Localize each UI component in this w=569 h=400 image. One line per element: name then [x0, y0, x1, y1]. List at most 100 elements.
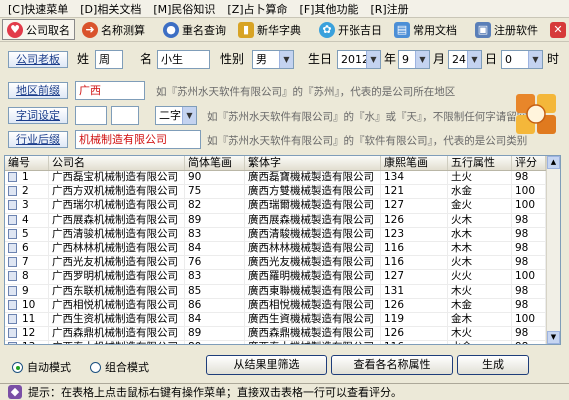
table-row[interactable]: 12 广西森鼎机械制造有限公司 89 廣西森鼎機械製造有限公司 126 木火 98	[5, 327, 560, 342]
table-row[interactable]: 2 广西方双机械制造有限公司 75 廣西方雙機械製造有限公司 121 水金 100	[5, 185, 560, 200]
menu-folk[interactable]: [M]民俗知识	[147, 1, 221, 17]
table-cell: 7	[5, 256, 49, 270]
table-cell: 131	[381, 284, 448, 298]
table-row[interactable]: 10 广西相悦机械制造有限公司 86 廣西相悅機械製造有限公司 126 木金 98	[5, 298, 560, 313]
table-cell: 116	[381, 241, 448, 256]
filter-results-button[interactable]: 从结果里筛选	[206, 355, 327, 375]
gender-select[interactable]: 男 ▼	[252, 50, 294, 69]
owner-button[interactable]: 公司老板	[8, 51, 68, 68]
documents-button[interactable]: ▤ 常用文档	[389, 19, 462, 40]
name-test-button[interactable]: ➜ 名称测算	[77, 19, 150, 40]
sun-icon: ✿	[319, 21, 335, 38]
table-row[interactable]: 6 广西林林机械制造有限公司 84 廣西林林機械製造有限公司 116 木木 98	[5, 241, 560, 257]
table-cell: 98	[512, 341, 546, 344]
table-cell: 98	[512, 284, 546, 298]
region-input[interactable]: 广西	[75, 81, 145, 100]
table-row[interactable]: 7 广西光友机械制造有限公司 76 廣西光友機械製造有限公司 116 火木 98	[5, 256, 560, 271]
table-row[interactable]: 9 广西东联机械制造有限公司 85 廣西東聯機械製造有限公司 131 木火 98	[5, 284, 560, 299]
birthday-label: 生日	[308, 52, 333, 66]
table-cell: 广西清骏机械制造有限公司	[49, 227, 185, 241]
table-cell: 火木	[448, 213, 512, 227]
chevron-down-icon: ▼	[182, 107, 196, 124]
month-select[interactable]: 9 ▼	[398, 50, 430, 69]
table-cell: 广西光友机械制造有限公司	[49, 256, 185, 270]
results-table[interactable]: 编号 公司名 简体笔画 繁体字 康熙笔画 五行属性 评分 1 广西磊宝机械制造有限…	[4, 155, 561, 345]
table-cell: 金火	[448, 199, 512, 213]
table-row[interactable]: 4 广西展森机械制造有限公司 89 廣西展森機械製造有限公司 126 火木 98	[5, 213, 560, 228]
hour-select[interactable]: 0 ▼	[501, 50, 543, 69]
industry-suffix-button[interactable]: 行业后缀	[8, 131, 68, 148]
menu-docs[interactable]: [D]相关文档	[74, 1, 147, 17]
combo-mode-radio[interactable]: 组合模式	[90, 359, 149, 375]
region-prefix-button[interactable]: 地区前缀	[8, 82, 68, 99]
table-row[interactable]: 8 广西罗明机械制造有限公司 83 廣西羅明機械製造有限公司 127 火火 100	[5, 270, 560, 285]
col-header-simple-strokes[interactable]: 简体笔画	[185, 156, 245, 170]
char1-input[interactable]	[75, 106, 107, 125]
company-naming-button[interactable]: ♥ 公司取名	[2, 19, 75, 40]
hour-unit: 时	[547, 52, 560, 66]
menu-quick[interactable]: [C]快速菜单	[2, 1, 74, 17]
surname-input[interactable]: 周	[95, 50, 123, 69]
generate-button[interactable]: 生成	[457, 355, 529, 375]
char2-input[interactable]	[111, 106, 139, 125]
table-cell: 80	[185, 341, 245, 344]
table-row[interactable]: 3 广西瑞尔机械制造有限公司 82 廣西瑞爾機械製造有限公司 127 金火 100	[5, 199, 560, 214]
table-cell: 98	[512, 256, 546, 270]
office-logo-icon	[516, 94, 556, 134]
duplicate-name-button[interactable]: ● 重名查询	[158, 19, 231, 40]
table-cell: 90	[185, 171, 245, 185]
table-cell: 4	[5, 213, 49, 227]
year-select[interactable]: 2012 ▼	[337, 50, 381, 69]
row-document-icon	[8, 257, 17, 268]
table-header: 编号 公司名 简体笔画 繁体字 康熙笔画 五行属性 评分	[5, 156, 560, 171]
dictionary-button[interactable]: ▮ 新华字典	[233, 19, 306, 40]
col-header-wuxing[interactable]: 五行属性	[448, 156, 512, 170]
table-cell: 121	[381, 185, 448, 199]
scroll-up-icon[interactable]: ▲	[547, 156, 560, 169]
view-attributes-button[interactable]: 查看各名称属性	[331, 355, 453, 375]
table-cell: 2	[5, 185, 49, 199]
table-row[interactable]: 13广西泰士机械制造有限公司80廣西泰士機械製造有限公司116水金98	[5, 341, 560, 344]
table-row[interactable]: 1 广西磊宝机械制造有限公司 90 廣西磊寶機械製造有限公司 134 土火 98	[5, 171, 560, 186]
table-cell: 98	[512, 227, 546, 241]
row-document-icon	[8, 313, 17, 324]
radio-checked-icon	[12, 361, 23, 373]
table-cell: 廣西林林機械製造有限公司	[245, 241, 381, 256]
chevron-down-icon: ▼	[528, 51, 542, 68]
char-setting-button[interactable]: 字词设定	[8, 107, 68, 124]
table-cell: 木火	[448, 284, 512, 298]
col-header-kangxi-strokes[interactable]: 康熙笔画	[381, 156, 448, 170]
col-header-name[interactable]: 公司名	[49, 156, 185, 170]
opening-day-button[interactable]: ✿ 开张吉日	[314, 19, 387, 40]
given-name-input[interactable]: 小生	[157, 50, 210, 69]
row-document-icon	[8, 299, 17, 310]
toolbar: ♥ 公司取名 ➜ 名称测算 ● 重名查询 ▮ 新华字典 ✿ 开张吉日 ▤ 常用文…	[0, 18, 569, 42]
register-button[interactable]: ▣ 注册软件	[470, 19, 543, 40]
table-cell: 100	[512, 270, 546, 284]
table-cell: 广西相悦机械制造有限公司	[49, 298, 185, 312]
table-row[interactable]: 5 广西清骏机械制造有限公司 83 廣西清駿機械製造有限公司 123 水木 98	[5, 227, 560, 242]
col-header-traditional[interactable]: 繁体字	[245, 156, 381, 170]
menu-register[interactable]: [R]注册	[364, 1, 414, 17]
table-cell: 123	[381, 227, 448, 241]
table-row[interactable]: 11 广西生资机械制造有限公司 84 廣西生資機械製造有限公司 119 金木 100	[5, 312, 560, 328]
auto-mode-radio[interactable]: 自动模式	[12, 359, 71, 375]
char-count-select[interactable]: 二字 ▼	[155, 106, 197, 125]
table-cell: 廣西森鼎機械製造有限公司	[245, 327, 381, 341]
menu-divination[interactable]: [Z]占卜算命	[221, 1, 293, 17]
industry-input[interactable]: 机械制造有限公司	[75, 130, 201, 149]
table-cell: 廣西泰士機械製造有限公司	[245, 341, 381, 344]
table-cell: 5	[5, 227, 49, 241]
vertical-scrollbar[interactable]: ▲ ▼	[546, 156, 560, 344]
table-cell: 廣西生資機械製造有限公司	[245, 312, 381, 327]
menu-other[interactable]: [F]其他功能	[294, 1, 365, 17]
year-unit: 年	[384, 52, 397, 66]
day-select[interactable]: 24 ▼	[448, 50, 482, 69]
exit-button[interactable]: ✕ 退出	[545, 19, 569, 40]
scroll-down-icon[interactable]: ▼	[547, 331, 560, 344]
table-cell: 84	[185, 241, 245, 256]
col-header-score[interactable]: 评分	[512, 156, 546, 170]
heart-icon: ♥	[7, 21, 23, 38]
col-header-no[interactable]: 编号	[5, 156, 49, 170]
table-cell: 84	[185, 312, 245, 327]
